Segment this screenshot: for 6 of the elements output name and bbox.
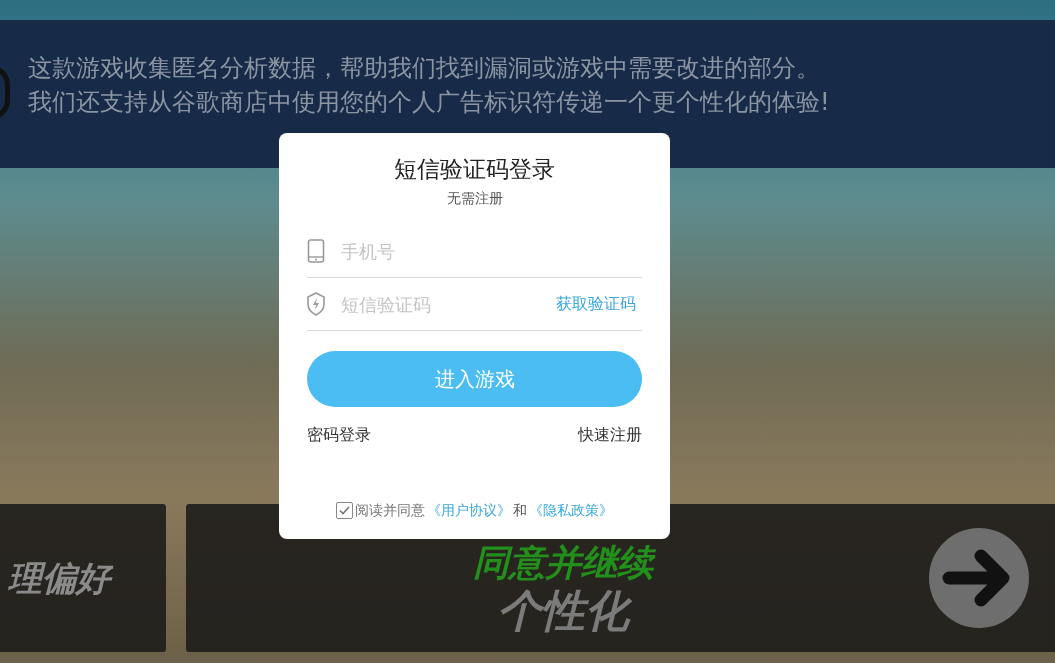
dialog-title: 短信验证码登录 bbox=[394, 155, 555, 184]
banner-text: 我们还支持从谷歌商店中使用您的个人广告标识符传递一个更个性化的体验! bbox=[28, 87, 830, 118]
banner-text: 这款游戏收集匿名分析数据，帮助我们找到漏洞或游戏中需要改进的部分。 bbox=[28, 53, 821, 84]
dialog-subtitle: 无需注册 bbox=[446, 189, 503, 208]
agreement-text: 阅读并同意 bbox=[355, 501, 425, 520]
agreement-joiner: 和 bbox=[513, 501, 527, 520]
